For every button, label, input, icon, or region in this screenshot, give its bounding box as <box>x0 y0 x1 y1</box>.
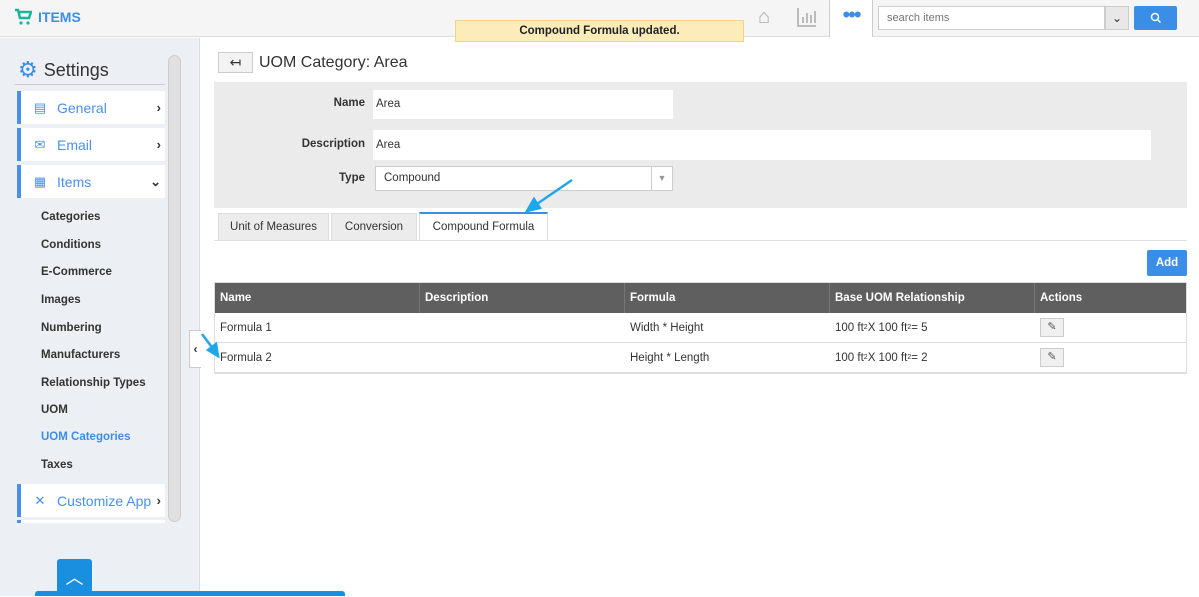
caret-down-icon: ▼ <box>651 167 672 190</box>
chevron-right-icon: › <box>156 493 161 508</box>
sidebar-item-partial <box>17 520 165 523</box>
name-label: Name <box>333 97 365 109</box>
cell-description <box>420 313 625 342</box>
cell-name: Formula 1 <box>220 321 272 334</box>
app-title: ITEMS <box>38 9 81 25</box>
edit-button[interactable]: ✎ <box>1040 348 1064 367</box>
list-icon: ▦ <box>33 173 47 189</box>
pencil-icon: ✎ <box>1047 351 1057 363</box>
type-select[interactable]: Compound ▼ <box>375 166 673 191</box>
type-label: Type <box>339 172 365 184</box>
table-row[interactable]: Formula 1 Width * Height 100 ft 2 X 100 f… <box>215 313 1186 343</box>
bar-chart-icon[interactable] <box>795 6 819 30</box>
sidebar-subitem-uom[interactable]: UOM <box>41 404 68 416</box>
sidebar-subitem-uom-categories[interactable]: UOM Categories <box>41 431 130 443</box>
back-button[interactable]: ↤ <box>218 52 253 73</box>
sidebar-item-email[interactable]: ✉ Email › <box>17 128 165 161</box>
gear-icon: ⚙ <box>18 57 38 82</box>
tab-conversion[interactable]: Conversion <box>331 213 417 240</box>
cell-formula: Width * Height <box>630 321 704 334</box>
page-title: UOM Category: Area <box>259 54 408 71</box>
column-header-description[interactable]: Description <box>420 283 625 313</box>
name-field[interactable] <box>373 90 673 119</box>
chevron-right-icon: › <box>156 100 161 115</box>
search-input[interactable] <box>878 6 1105 30</box>
search-button[interactable] <box>1134 6 1177 30</box>
sidebar-subitem-ecommerce[interactable]: E-Commerce <box>41 266 112 278</box>
sidebar-subitem-conditions[interactable]: Conditions <box>41 239 101 251</box>
tab-divider <box>214 240 1187 241</box>
sidebar-item-customize-app[interactable]: ✕ Customize App › <box>17 484 165 517</box>
search-dropdown-chevron-icon[interactable]: ⌄ <box>1105 6 1129 30</box>
collapse-sidebar-button[interactable]: ‹ <box>189 330 201 368</box>
back-arrow-icon: ↤ <box>229 54 242 70</box>
column-header-actions: Actions <box>1040 292 1083 304</box>
table-header: Name Description Formula Base UOM Relati… <box>215 283 1186 313</box>
toast-message: Compound Formula updated. <box>455 20 744 42</box>
sidebar-subitem-images[interactable]: Images <box>41 294 81 306</box>
cell-base-uom: 100 ft 2 X 100 ft 2 = 2 <box>835 351 928 364</box>
tools-icon: ✕ <box>34 492 46 508</box>
app-brand[interactable]: ITEMS <box>14 8 81 26</box>
cell-base-uom: 100 ft 2 X 100 ft 2 = 5 <box>835 321 928 334</box>
column-header-formula[interactable]: Formula <box>625 283 830 313</box>
monitor-icon: ▤ <box>33 99 47 115</box>
more-dots-icon[interactable]: ••• <box>829 0 873 37</box>
bottom-panel-bar[interactable] <box>35 591 345 596</box>
chevron-down-icon: ⌄ <box>150 173 161 189</box>
column-header-base-uom[interactable]: Base UOM Relationship <box>830 283 1035 313</box>
sidebar-item-items[interactable]: ▦ Items ⌄ <box>17 165 165 198</box>
settings-heading: ⚙ Settings <box>18 57 109 82</box>
envelope-icon: ✉ <box>34 136 46 152</box>
add-button[interactable]: Add <box>1147 250 1187 276</box>
cell-name: Formula 2 <box>220 351 272 364</box>
sidebar-subitem-manufacturers[interactable]: Manufacturers <box>41 349 120 361</box>
sidebar-subitem-numbering[interactable]: Numbering <box>41 322 102 334</box>
pencil-icon: ✎ <box>1047 321 1057 333</box>
sidebar-scrollbar[interactable] <box>168 55 181 522</box>
table-row[interactable]: Formula 2 Height * Length 100 ft 2 X 100 … <box>215 343 1186 373</box>
cell-actions: ✎ <box>1035 313 1186 342</box>
cell-description <box>420 343 625 372</box>
compound-formula-table: Name Description Formula Base UOM Relati… <box>214 282 1187 374</box>
cell-actions: ✎ <box>1035 343 1186 372</box>
divider <box>15 84 165 85</box>
home-icon[interactable]: ⌂ <box>752 6 776 30</box>
cell-formula: Height * Length <box>630 351 710 364</box>
shopping-cart-icon <box>15 8 32 25</box>
description-field[interactable] <box>373 130 1151 160</box>
chevron-right-icon: › <box>156 137 161 152</box>
sidebar-subitem-relationship-types[interactable]: Relationship Types <box>41 377 146 389</box>
search-icon <box>1150 12 1161 24</box>
sidebar-subitem-categories[interactable]: Categories <box>41 211 100 223</box>
edit-button[interactable]: ✎ <box>1040 318 1064 337</box>
description-label: Description <box>301 138 365 150</box>
chevron-up-icon: ︿ <box>65 568 84 588</box>
tab-compound-formula[interactable]: Compound Formula <box>419 212 548 241</box>
column-header-name[interactable]: Name <box>215 283 420 313</box>
tab-unit-of-measures[interactable]: Unit of Measures <box>218 213 329 240</box>
sidebar-item-general[interactable]: ▤ General › <box>17 91 165 124</box>
sidebar-subitem-taxes[interactable]: Taxes <box>41 459 73 471</box>
